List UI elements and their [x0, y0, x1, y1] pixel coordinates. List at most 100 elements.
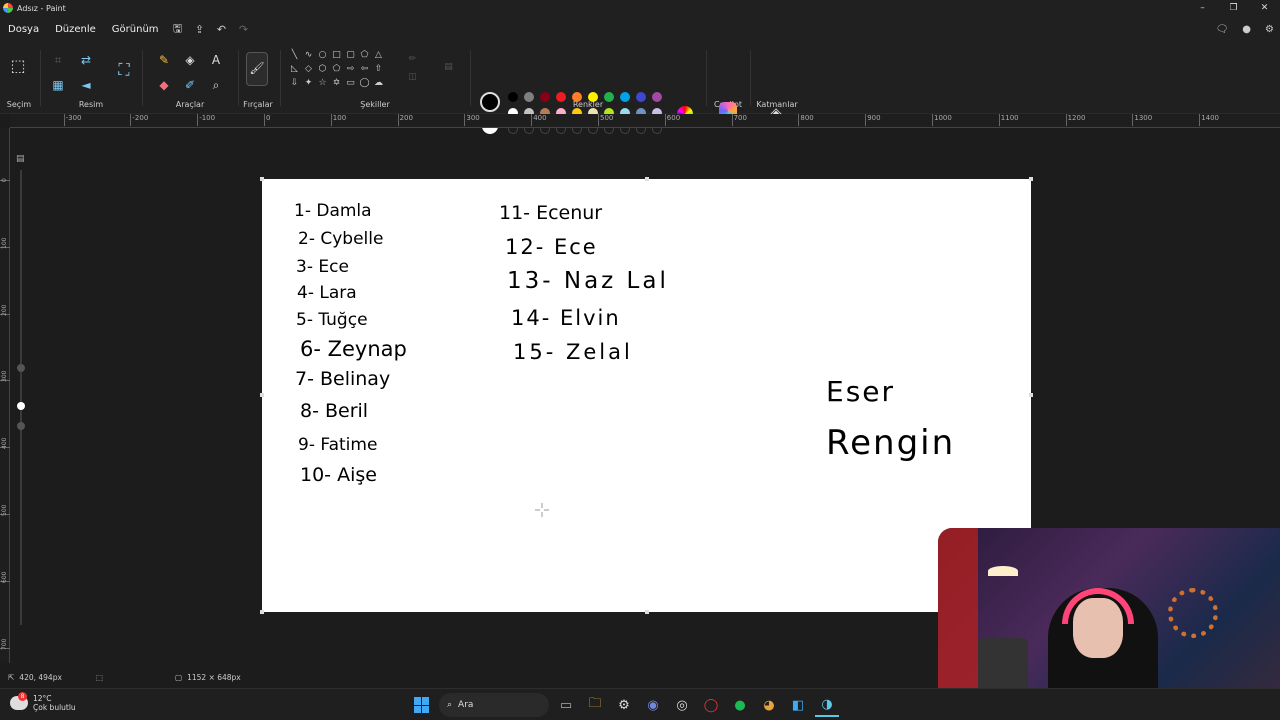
- hexagon-icon[interactable]: ⬡: [316, 64, 329, 74]
- callout-rect-icon[interactable]: ▭: [344, 78, 357, 88]
- account-icon[interactable]: ●: [1242, 24, 1251, 35]
- select-rectangle-icon[interactable]: ⬚: [10, 58, 26, 74]
- resize-handle[interactable]: [645, 177, 649, 181]
- color-swatch[interactable]: [524, 92, 534, 102]
- rounded-rect-icon[interactable]: ▢: [344, 50, 357, 60]
- star4-icon[interactable]: ✦: [302, 78, 315, 88]
- maximize-button[interactable]: ❐: [1218, 0, 1249, 16]
- zoom-slider[interactable]: ▤: [14, 150, 28, 630]
- resize-handle[interactable]: [260, 177, 264, 181]
- weather-desc: Çok bulutlu: [33, 703, 76, 712]
- canvas-size: 1152 × 648px: [187, 672, 241, 682]
- menu-view[interactable]: Görünüm: [104, 24, 167, 35]
- color-swatch[interactable]: [620, 92, 630, 102]
- chrome-icon[interactable]: ◕: [757, 693, 781, 717]
- resize-handle[interactable]: [1029, 177, 1033, 181]
- arrow-left-icon[interactable]: ⇦: [358, 64, 371, 74]
- resize-handle[interactable]: [1029, 393, 1033, 397]
- shape-style-icon[interactable]: ▤: [442, 62, 455, 72]
- list-item: 3- Ece: [296, 257, 349, 277]
- menu-edit[interactable]: Düzenle: [47, 24, 104, 35]
- drawing-canvas[interactable]: 1- Damla 2- Cybelle 3- Ece 4- Lara 5- Tu…: [262, 179, 1031, 612]
- callout-oval-icon[interactable]: ◯: [358, 78, 371, 88]
- magnifier-icon[interactable]: ⌕: [208, 77, 224, 93]
- file-explorer-icon[interactable]: 🗀: [583, 693, 607, 717]
- redo-icon[interactable]: ↷: [233, 23, 255, 36]
- outline-icon[interactable]: ✏: [406, 54, 419, 64]
- zoom-knob[interactable]: [17, 364, 25, 372]
- right-triangle-icon[interactable]: ◺: [288, 64, 301, 74]
- arrow-up-icon[interactable]: ⇧: [372, 64, 385, 74]
- paint-taskbar-icon[interactable]: ◑: [815, 693, 839, 717]
- star5-icon[interactable]: ☆: [316, 78, 329, 88]
- resize-icon[interactable]: ⇄: [78, 52, 94, 68]
- polygon-icon[interactable]: ⬠: [358, 50, 371, 60]
- save-icon[interactable]: 🖫: [167, 20, 189, 39]
- rectangle-icon[interactable]: □: [330, 50, 343, 60]
- curve-icon[interactable]: ∿: [302, 50, 315, 60]
- resize-handle[interactable]: [260, 393, 264, 397]
- oval-icon[interactable]: ○: [316, 50, 329, 60]
- color-swatch[interactable]: [572, 92, 582, 102]
- brush-icon[interactable]: 🖌: [246, 52, 268, 86]
- color-swatch[interactable]: [588, 92, 598, 102]
- ruler-tick: 200: [397, 114, 413, 126]
- cursor-position-icon: ⇱: [8, 672, 15, 682]
- primary-color[interactable]: [480, 92, 500, 112]
- color-picker-icon[interactable]: ✐: [182, 77, 198, 93]
- undo-icon[interactable]: ↶: [211, 23, 233, 36]
- list-item: 14- Elvin: [511, 306, 621, 330]
- title-bar: Adsız - Paint – ❐ ✕: [0, 0, 1280, 16]
- paint-app-icon: [3, 3, 13, 13]
- ruler-tick: 100: [330, 114, 346, 126]
- resize-handle[interactable]: [260, 610, 264, 614]
- weather-widget[interactable]: 8 12°C Çok bulutlu: [10, 692, 76, 712]
- list-item: 6- Zeynap: [300, 337, 407, 361]
- color-swatch[interactable]: [652, 92, 662, 102]
- flip-icon[interactable]: ◄: [78, 77, 94, 93]
- callout-cloud-icon[interactable]: ☁: [372, 78, 385, 88]
- fill-icon[interactable]: ◈: [182, 52, 198, 68]
- color-swatch[interactable]: [540, 92, 550, 102]
- rotate-icon[interactable]: ▦: [50, 77, 66, 93]
- crop-icon[interactable]: ⌗: [50, 52, 66, 68]
- close-button[interactable]: ✕: [1249, 0, 1280, 16]
- text-icon[interactable]: A: [208, 52, 224, 68]
- colors-group: Renkler: [472, 42, 704, 114]
- arrow-down-icon[interactable]: ⇩: [288, 78, 301, 88]
- taskbar-search[interactable]: ⌕ Ara: [439, 693, 549, 717]
- share-icon[interactable]: ⇪: [189, 23, 211, 36]
- settings-icon[interactable]: ⚙: [1265, 24, 1274, 35]
- line-icon[interactable]: ╲: [288, 50, 301, 60]
- triangle-icon[interactable]: △: [372, 50, 385, 60]
- store-icon[interactable]: ◧: [786, 693, 810, 717]
- task-view-icon[interactable]: ▭: [554, 693, 578, 717]
- start-button[interactable]: [410, 693, 434, 717]
- fill-style-icon[interactable]: ◫: [406, 72, 419, 82]
- list-item: 5- Tuğçe: [296, 310, 368, 330]
- search-placeholder: Ara: [458, 700, 474, 710]
- zoom-knob-active[interactable]: [17, 402, 25, 410]
- pentagon-icon[interactable]: ⬠: [330, 64, 343, 74]
- color-swatch[interactable]: [508, 92, 518, 102]
- discord-icon[interactable]: ◉: [641, 693, 665, 717]
- minimize-button[interactable]: –: [1187, 0, 1218, 16]
- color-swatch[interactable]: [556, 92, 566, 102]
- zoom-knob-secondary[interactable]: [17, 422, 25, 430]
- diamond-icon[interactable]: ◇: [302, 64, 315, 74]
- eraser-icon[interactable]: ◆: [156, 77, 172, 93]
- spotify-icon[interactable]: ●: [728, 693, 752, 717]
- pencil-icon[interactable]: ✎: [156, 52, 172, 68]
- settings-app-icon[interactable]: ⚙: [612, 693, 636, 717]
- image-select-icon[interactable]: ⛶: [116, 62, 132, 78]
- steam-icon[interactable]: ◎: [670, 693, 694, 717]
- star6-icon[interactable]: ✡: [330, 78, 343, 88]
- color-swatch[interactable]: [636, 92, 646, 102]
- zoom-fit-icon[interactable]: ▤: [16, 154, 25, 164]
- color-swatch[interactable]: [604, 92, 614, 102]
- feedback-icon[interactable]: 🗨: [1216, 24, 1229, 35]
- arrow-right-icon[interactable]: ⇨: [344, 64, 357, 74]
- menu-file[interactable]: Dosya: [0, 24, 47, 35]
- resize-handle[interactable]: [645, 610, 649, 614]
- opera-icon[interactable]: ◯: [699, 693, 723, 717]
